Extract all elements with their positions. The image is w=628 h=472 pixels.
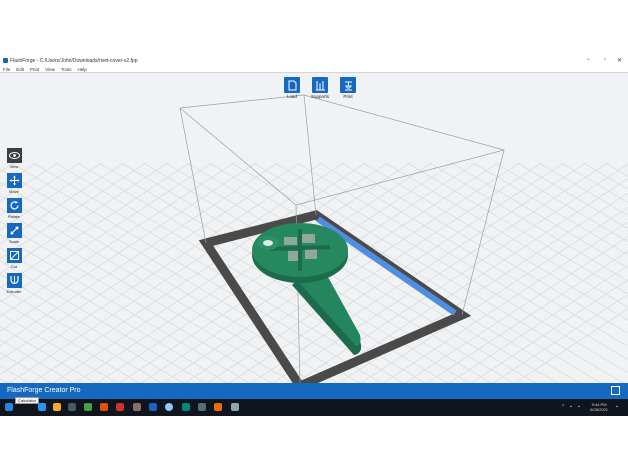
app-icon-12[interactable] [214,403,222,411]
cut-icon [6,248,22,263]
grid-line [615,142,628,151]
extruder-tool[interactable]: Extruder [6,273,22,294]
grid-line [439,142,628,256]
start-icon[interactable] [5,403,13,411]
view-tool-label: View [9,164,19,169]
app-icon-1[interactable] [38,403,46,411]
minimize-button[interactable]: − [586,57,590,63]
network-icon[interactable]: ▪ [570,404,576,410]
build-scene[interactable] [0,73,628,383]
grid-line [0,143,2,383]
grid-line [43,142,448,383]
menu-edit[interactable]: Edit [16,67,24,72]
cut-tool[interactable]: Cut [6,248,22,269]
title-bar: FlashForge - C:/Users/John/Downloads/riv… [0,56,628,66]
flashforge-app: FlashForge - C:/Users/John/Downloads/riv… [0,56,628,416]
app-icon-6[interactable] [116,403,124,411]
supports-button[interactable]: Supports [310,77,330,99]
grid-line [0,234,250,383]
eye-icon [6,148,22,163]
steam-icon[interactable] [149,403,157,411]
maximize-button[interactable]: ▫ [604,57,606,63]
tray-chevron-icon[interactable]: ^ [562,404,568,410]
left-toolbar: View Move Rotate Scale Cut Extruder [6,148,22,294]
grid-line [0,247,228,383]
taskbar-date: 6/28/2021 [590,407,608,412]
grid-line [0,221,272,383]
windows-taskbar: Calculator ^ ▪ ▪ 9:44 PM 6/28/2021 ▪ [0,397,628,416]
view-tool[interactable]: View [6,148,22,169]
menu-print[interactable]: Print [30,67,39,72]
load-button[interactable]: Load [282,77,302,99]
grid-line [426,250,628,383]
load-label: Load [286,94,297,99]
scale-icon [6,223,22,238]
grid-line [0,142,177,260]
chrome-icon[interactable] [84,403,92,411]
taskbar-clock[interactable]: 9:44 PM 6/28/2021 [590,402,608,412]
app-icon-10[interactable] [182,403,190,411]
app-icon-9[interactable] [165,403,173,411]
rotate-tool[interactable]: Rotate [6,198,22,219]
app-icon-7[interactable] [133,403,141,411]
menu-help[interactable]: Help [78,67,87,72]
close-button[interactable]: ✕ [617,57,622,64]
notification-icon[interactable]: ▪ [616,404,622,410]
window-title: FlashForge - C:/Users/John/Downloads/riv… [10,58,138,64]
app-icon-5[interactable] [100,403,108,411]
supports-icon [312,77,328,93]
extruder-tool-label: Extruder [6,289,22,294]
menu-view[interactable]: View [45,67,55,72]
flashforge-taskbar-icon[interactable] [231,403,239,411]
rotate-icon [6,198,22,213]
taskbar-tooltip: Calculator [15,397,40,404]
menu-file[interactable]: File [3,67,10,72]
cut-tool-label: Cut [10,264,18,269]
status-bar: FlashForge Creator Pro [0,383,628,399]
print-button[interactable]: Print [338,77,358,99]
file-icon [284,77,300,93]
move-icon [6,173,22,188]
supports-label: Supports [310,94,329,99]
print-icon [340,77,356,93]
scale-tool[interactable]: Scale [6,223,22,244]
menu-tools[interactable]: Tools [61,67,72,72]
print-label: Print [343,94,353,99]
top-toolbar: Load Supports Print [282,77,358,99]
scale-tool-label: Scale [8,239,19,244]
app-icon-11[interactable] [198,403,206,411]
move-tool-label: Move [9,189,19,194]
fullscreen-icon[interactable] [611,386,620,395]
grid-line [338,192,628,383]
3d-viewport[interactable]: Load Supports Print View Move Rotate Sca… [0,73,628,383]
rotate-tool-label: Rotate [8,214,20,219]
volume-icon[interactable]: ▪ [578,404,584,410]
menu-bar: File Edit Print View Tools Help [0,66,628,73]
grid-line [0,299,140,383]
file-explorer-icon[interactable] [53,403,61,411]
flashforge-app-icon [3,58,8,63]
move-tool[interactable]: Move [6,173,22,194]
machine-name: FlashForge Creator Pro [7,387,81,394]
extruder-icon [6,273,22,288]
app-icon-3[interactable] [68,403,76,411]
